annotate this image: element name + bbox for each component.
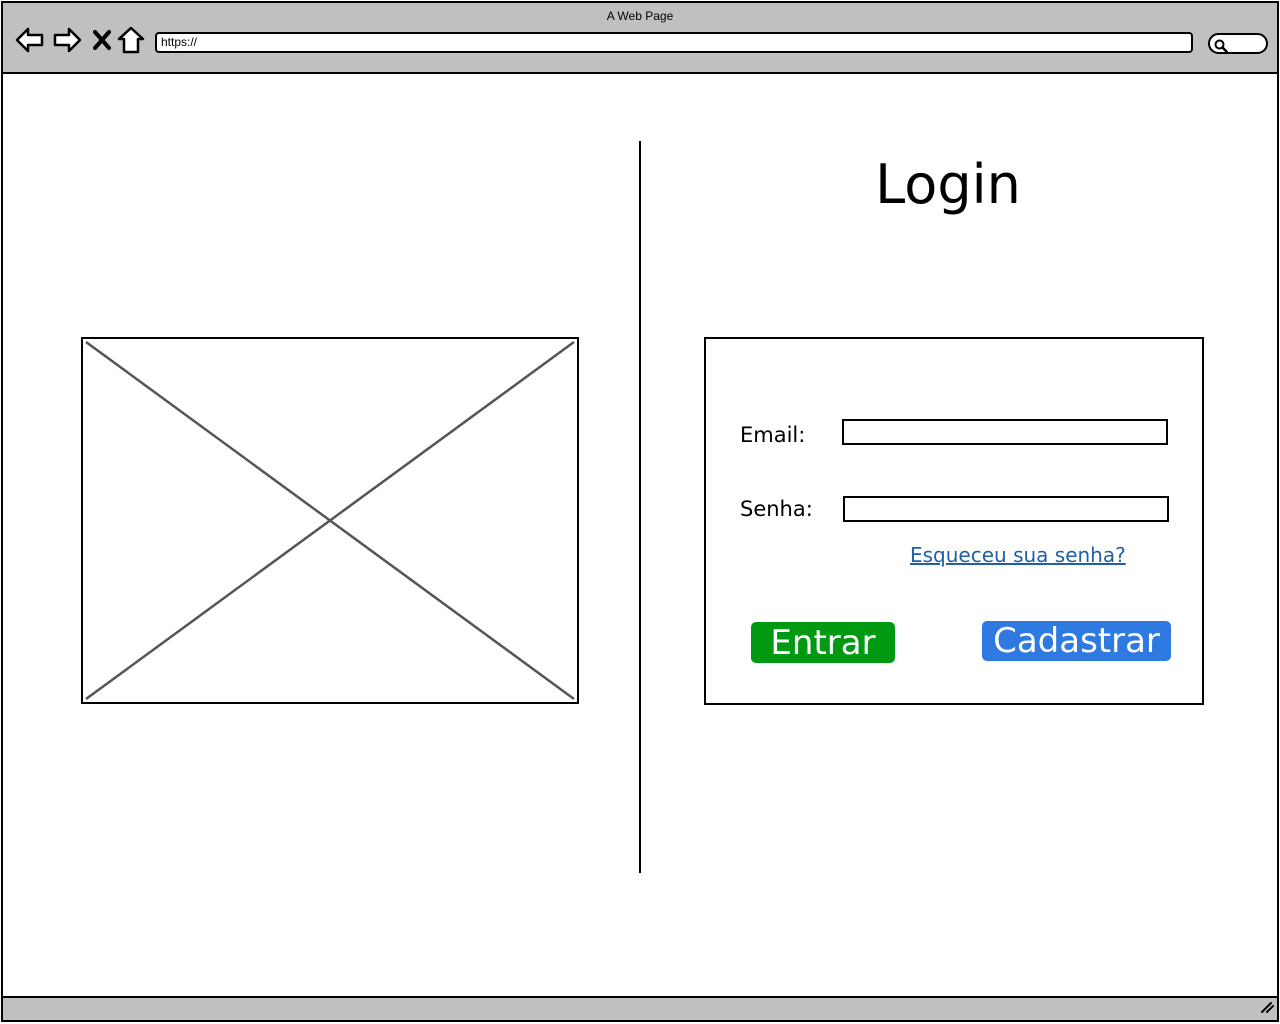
- browser-search-field[interactable]: [1208, 33, 1268, 54]
- browser-window: A Web Page https:// Login Email: Senha: …: [1, 1, 1279, 1022]
- home-icon[interactable]: [116, 25, 146, 55]
- password-field[interactable]: [843, 496, 1169, 522]
- forward-arrow-icon[interactable]: [52, 25, 82, 55]
- image-placeholder: [81, 337, 579, 704]
- page-title: Login: [875, 153, 1021, 216]
- resize-grip-icon[interactable]: [1259, 999, 1275, 1018]
- login-form: Email: Senha: Esqueceu sua senha? Entrar…: [704, 337, 1204, 705]
- status-bar: [3, 996, 1277, 1020]
- back-arrow-icon[interactable]: [15, 25, 45, 55]
- register-button[interactable]: Cadastrar: [982, 621, 1171, 661]
- email-label: Email:: [740, 423, 806, 447]
- password-label: Senha:: [740, 497, 813, 521]
- url-input[interactable]: https://: [155, 32, 1193, 53]
- enter-button[interactable]: Entrar: [751, 622, 895, 663]
- search-icon: [1214, 38, 1228, 57]
- close-icon[interactable]: [87, 25, 117, 55]
- vertical-divider: [639, 141, 641, 873]
- window-title: A Web Page: [606, 9, 674, 23]
- email-field[interactable]: [842, 419, 1168, 445]
- forgot-password-link[interactable]: Esqueceu sua senha?: [910, 543, 1126, 567]
- browser-toolbar: A Web Page https://: [3, 3, 1277, 74]
